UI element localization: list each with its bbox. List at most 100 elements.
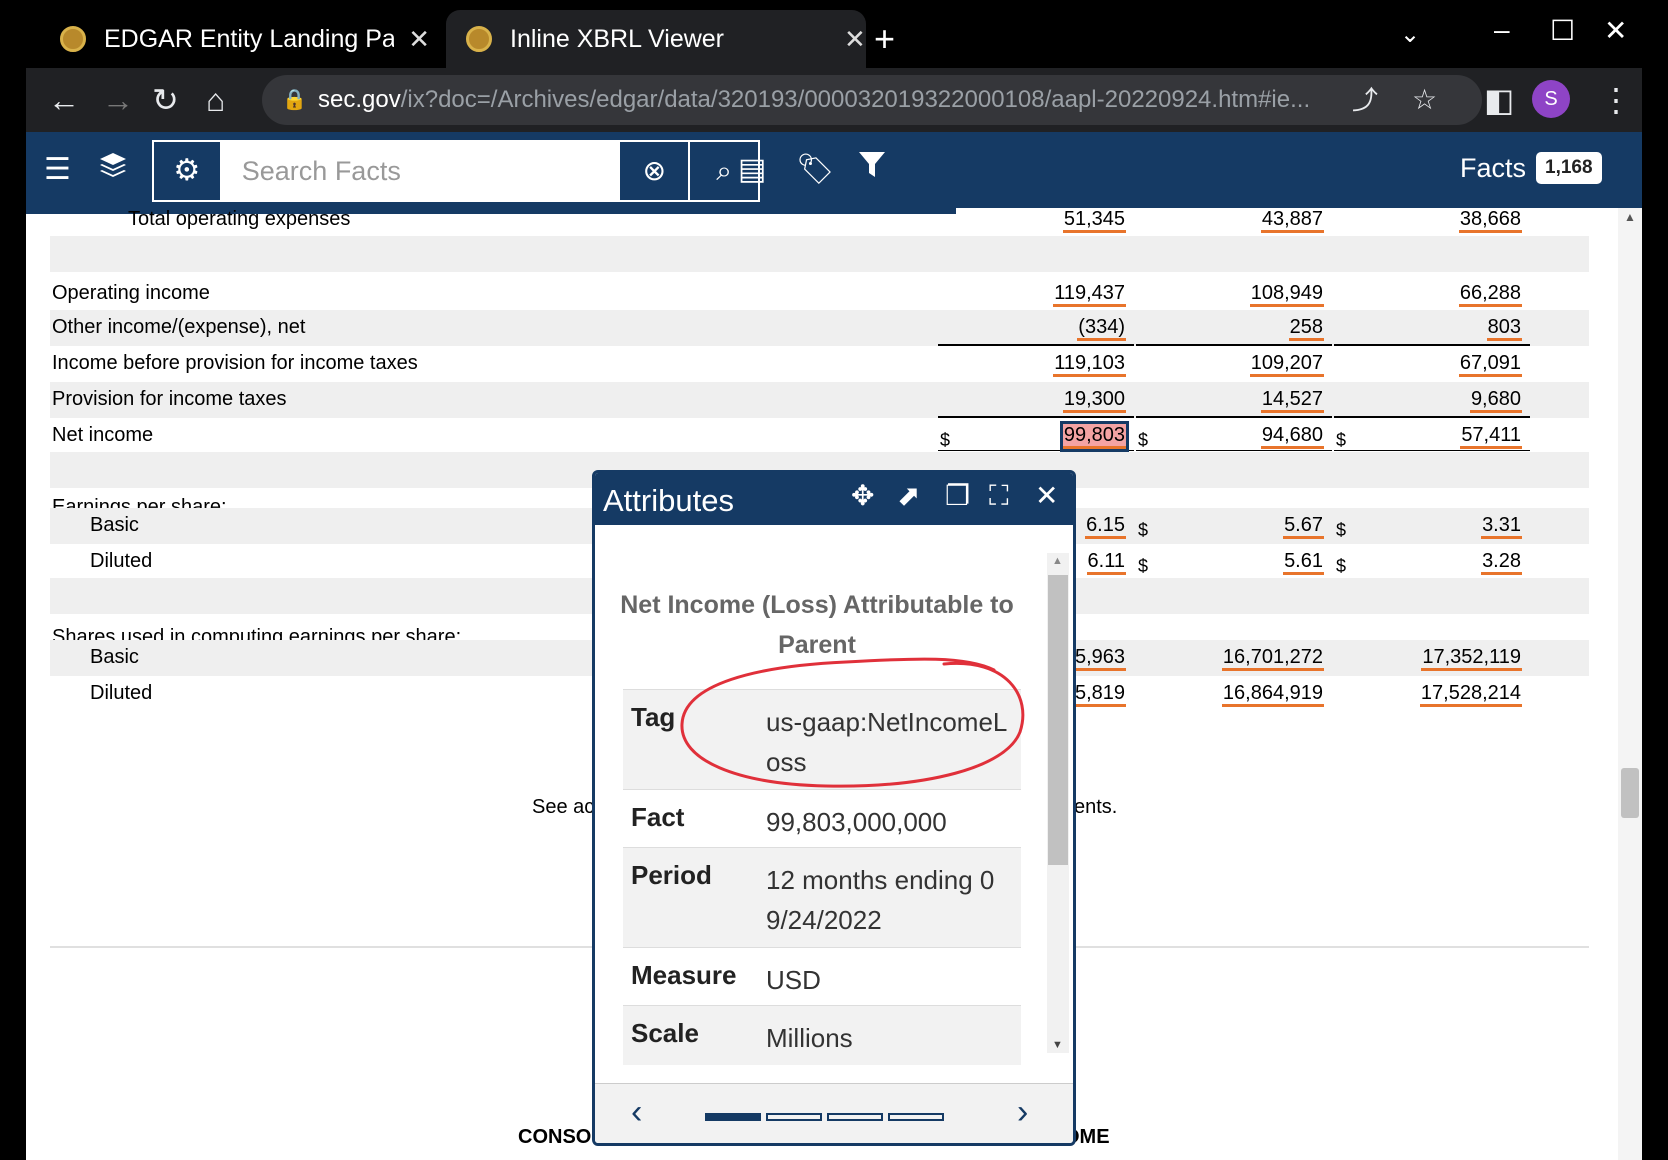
- value-cell: 16,701,272: [1136, 640, 1332, 676]
- tab-title: EDGAR Entity Landing Page: [104, 24, 395, 53]
- search-settings-gear-icon[interactable]: ⚙: [154, 142, 220, 200]
- home-icon[interactable]: ⌂: [206, 80, 225, 120]
- attribute-row-tag: Tag us-gaap:NetIncomeLoss: [623, 689, 1021, 789]
- value-cell: 119,437: [938, 276, 1134, 312]
- page-indicator[interactable]: [766, 1113, 822, 1121]
- fact-value[interactable]: 119,437: [1053, 282, 1126, 307]
- fact-value[interactable]: 17,352,119: [1421, 646, 1522, 671]
- fact-value[interactable]: (334): [1077, 316, 1126, 341]
- reload-icon[interactable]: ↻: [152, 80, 179, 120]
- fact-value[interactable]: 109,207: [1249, 352, 1324, 377]
- hamburger-menu-icon[interactable]: ☰: [44, 150, 71, 190]
- fact-value[interactable]: 19,300: [1062, 388, 1126, 413]
- fact-value[interactable]: 258: [1288, 316, 1324, 341]
- dialog-scrollbar[interactable]: ▲ ▼: [1047, 553, 1069, 1053]
- address-bar[interactable]: 🔒 sec.gov/ix?doc=/Archives/edgar/data/32…: [262, 75, 1482, 125]
- table-row: [50, 236, 1589, 272]
- row-label: Basic: [90, 646, 139, 668]
- bookmark-star-icon[interactable]: ☆: [1412, 75, 1437, 125]
- selected-fact-value[interactable]: 99,803: [1059, 421, 1130, 452]
- close-window-icon[interactable]: ✕: [1604, 14, 1627, 47]
- fact-value[interactable]: 9,680: [1469, 388, 1522, 413]
- table-row: Total operating expenses 51,345 43,887 38,6…: [50, 202, 1589, 238]
- row-label: Income before provision for income taxes: [52, 352, 418, 374]
- fact-value[interactable]: 16,864,919: [1221, 682, 1324, 707]
- attribute-value: us-gaap:NetIncomeLoss: [766, 707, 1008, 777]
- fact-value[interactable]: 803: [1486, 316, 1522, 341]
- value-cell: $99,803: [938, 418, 1134, 454]
- page-indicator[interactable]: [705, 1113, 761, 1121]
- row-label: Diluted: [90, 550, 153, 572]
- tab-xbrl-viewer[interactable]: Inline XBRL Viewer ✕: [446, 10, 866, 68]
- value-cell: (334): [938, 310, 1134, 346]
- value-cell: 258: [1136, 310, 1332, 346]
- fact-value[interactable]: 6.11: [1086, 550, 1126, 575]
- currency-symbol: $: [1138, 520, 1149, 540]
- fact-value[interactable]: 38,668: [1458, 208, 1522, 233]
- value-cell: $3.31: [1334, 508, 1530, 544]
- fact-value[interactable]: 3.28: [1481, 550, 1522, 575]
- clear-search-icon[interactable]: ⊗: [618, 142, 688, 200]
- attribute-row-period: Period 12 months ending 09/24/2022: [623, 847, 1021, 947]
- facts-toggle[interactable]: Facts 1,168: [1460, 152, 1602, 184]
- value-cell: 51,345: [938, 202, 1134, 238]
- fact-value[interactable]: 51,345: [1062, 208, 1126, 233]
- scroll-up-icon[interactable]: ▲: [1624, 210, 1636, 224]
- layers-icon[interactable]: [98, 150, 128, 191]
- tab-close-icon[interactable]: ✕: [408, 24, 430, 55]
- fact-concept-title: Net Income (Loss) Attributable to Parent: [620, 591, 1014, 659]
- value-cell: 67,091: [1334, 346, 1530, 382]
- next-page-icon[interactable]: ›: [1017, 1094, 1028, 1130]
- page-indicator[interactable]: [888, 1113, 944, 1121]
- side-panel-icon[interactable]: ◧: [1484, 80, 1514, 120]
- fact-value[interactable]: 6.15: [1085, 514, 1126, 539]
- page-scrollbar[interactable]: ▲: [1618, 208, 1642, 1160]
- fact-value[interactable]: 66,288: [1458, 282, 1522, 307]
- minimize-icon[interactable]: –: [1494, 14, 1510, 46]
- fact-value[interactable]: 108,949: [1249, 282, 1324, 307]
- fact-value[interactable]: 119,103: [1053, 352, 1126, 377]
- lock-icon[interactable]: 🔒: [282, 75, 307, 125]
- maximize-icon[interactable]: ☐: [1550, 14, 1575, 47]
- back-icon[interactable]: ←: [48, 80, 80, 120]
- table-row: Provision for income taxes 19,300 14,527 9,…: [50, 382, 1589, 418]
- expand-icon[interactable]: ⛶: [989, 481, 1009, 511]
- menu-kebab-icon[interactable]: ⋮: [1600, 80, 1632, 120]
- share-icon[interactable]: ⤴: [1352, 75, 1378, 125]
- tab-close-icon[interactable]: ✕: [844, 24, 866, 55]
- move-icon[interactable]: ✥: [851, 481, 874, 511]
- dialog-scroll-thumb[interactable]: [1048, 575, 1068, 865]
- search-facts-input[interactable]: [219, 142, 619, 200]
- filter-icon[interactable]: [858, 150, 886, 191]
- go-to-fact-icon[interactable]: ⬈: [897, 481, 920, 511]
- fact-value[interactable]: 14,527: [1260, 388, 1324, 413]
- fact-value[interactable]: 17,528,214: [1419, 682, 1522, 707]
- profile-avatar[interactable]: S: [1532, 80, 1570, 118]
- fact-value[interactable]: 5.67: [1283, 514, 1324, 539]
- close-icon[interactable]: ✕: [1035, 481, 1058, 511]
- scroll-up-icon[interactable]: ▲: [1052, 555, 1063, 567]
- value-cell: $57,411: [1334, 418, 1530, 454]
- value-cell: 119,103: [938, 346, 1134, 382]
- page-indicator[interactable]: [827, 1113, 883, 1121]
- tab-search-chevron-icon[interactable]: ⌄: [1400, 20, 1420, 49]
- sections-list-icon[interactable]: ▤: [738, 150, 766, 190]
- scroll-thumb[interactable]: [1621, 768, 1639, 818]
- fact-value[interactable]: 3.31: [1481, 514, 1522, 539]
- fact-value[interactable]: 5.61: [1283, 550, 1324, 575]
- fact-value[interactable]: 43,887: [1260, 208, 1324, 233]
- fact-value[interactable]: 94,680: [1260, 424, 1324, 449]
- fact-value[interactable]: 16,701,272: [1221, 646, 1324, 671]
- new-tab-icon[interactable]: +: [874, 18, 895, 60]
- tab-edgar[interactable]: EDGAR Entity Landing Page ✕: [60, 10, 430, 68]
- fact-value[interactable]: 57,411: [1460, 424, 1522, 449]
- prev-page-icon[interactable]: ‹: [631, 1094, 642, 1130]
- table-row: Income before provision for income taxes…: [50, 346, 1589, 382]
- dialog-header[interactable]: Attributes ✥ ⬈ ❐ ⛶ ✕: [595, 473, 1073, 525]
- fact-value[interactable]: 67,091: [1458, 352, 1522, 377]
- tags-icon[interactable]: 🏷: [796, 150, 834, 190]
- forward-icon[interactable]: →: [102, 80, 134, 120]
- copy-icon[interactable]: ❐: [945, 481, 970, 511]
- scroll-down-icon[interactable]: ▼: [1052, 1039, 1063, 1051]
- browser-toolbar: ← → ↻ ⌂ 🔒 sec.gov/ix?doc=/Archives/edgar…: [26, 68, 1642, 132]
